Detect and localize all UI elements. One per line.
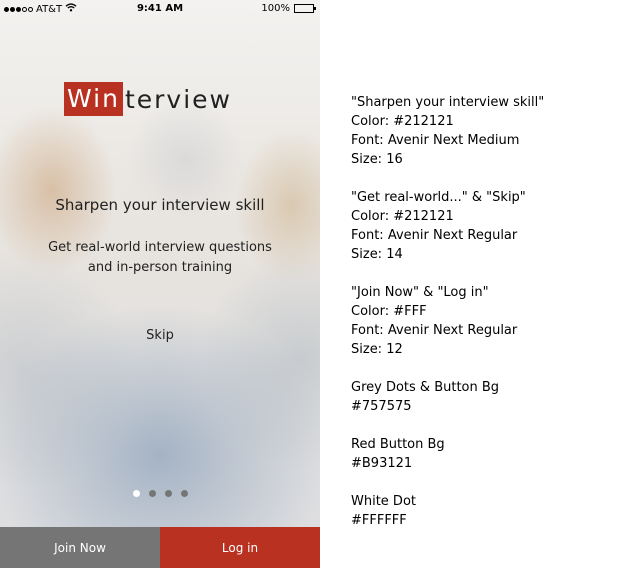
note-line: Color: #FFF <box>351 304 427 319</box>
subtext-line-2: and in-person training <box>87 260 233 275</box>
app-logo: Win terview <box>64 82 232 116</box>
battery-percent: 100% <box>261 3 290 14</box>
status-bar: AT&T 9:41 AM 100% <box>0 0 320 20</box>
page-dot-4[interactable] <box>180 490 188 497</box>
subtext: Get real-world interview questions and i… <box>0 238 320 278</box>
note-line: Red Button Bg <box>351 437 445 452</box>
page-indicator <box>0 490 320 497</box>
join-now-button[interactable]: Join Now <box>0 527 160 568</box>
note-line: #B93121 <box>351 456 413 471</box>
page: AT&T 9:41 AM 100% Win terview Sharpen yo… <box>0 0 617 568</box>
bottom-buttons: Join Now Log in <box>0 527 320 568</box>
note-line: #FFFFFF <box>351 513 407 528</box>
battery-icon <box>294 4 316 13</box>
subtext-line-1: Get real-world interview questions <box>48 240 272 255</box>
headline: Sharpen your interview skill <box>55 196 265 214</box>
note-button-style: "Join Now" & "Log in" Color: #FFF Font: … <box>351 283 611 359</box>
note-line: Grey Dots & Button Bg <box>351 380 500 395</box>
note-line: White Dot <box>351 494 416 509</box>
logo-highlight: Win <box>64 82 123 116</box>
note-line: Color: #212121 <box>351 114 454 129</box>
page-dot-3[interactable] <box>164 490 172 497</box>
note-line: Font: Avenir Next Regular <box>351 323 518 338</box>
note-red-color: Red Button Bg #B93121 <box>351 435 611 473</box>
note-white-color: White Dot #FFFFFF <box>351 492 611 530</box>
note-line: Color: #212121 <box>351 209 454 224</box>
logo-text: terview <box>124 84 232 114</box>
note-line: #757575 <box>351 399 412 414</box>
note-line: Font: Avenir Next Medium <box>351 133 520 148</box>
note-line: Size: 12 <box>351 342 403 357</box>
phone-screen: AT&T 9:41 AM 100% Win terview Sharpen yo… <box>0 0 320 568</box>
note-line: "Join Now" & "Log in" <box>351 285 489 300</box>
note-grey-color: Grey Dots & Button Bg #757575 <box>351 378 611 416</box>
note-line: Size: 14 <box>351 247 403 262</box>
note-subtext-style: "Get real-world..." & "Skip" Color: #212… <box>351 188 611 264</box>
status-right: 100% <box>261 3 316 14</box>
log-in-button[interactable]: Log in <box>160 527 320 568</box>
skip-link[interactable]: Skip <box>120 328 200 343</box>
note-line: Font: Avenir Next Regular <box>351 228 518 243</box>
note-line: "Sharpen your interview skill" <box>351 95 545 110</box>
note-headline-style: "Sharpen your interview skill" Color: #2… <box>351 93 611 169</box>
page-dot-2[interactable] <box>148 490 156 497</box>
page-dot-1[interactable] <box>132 490 140 497</box>
style-notes: "Sharpen your interview skill" Color: #2… <box>351 93 611 549</box>
note-line: Size: 16 <box>351 152 403 167</box>
note-line: "Get real-world..." & "Skip" <box>351 190 526 205</box>
